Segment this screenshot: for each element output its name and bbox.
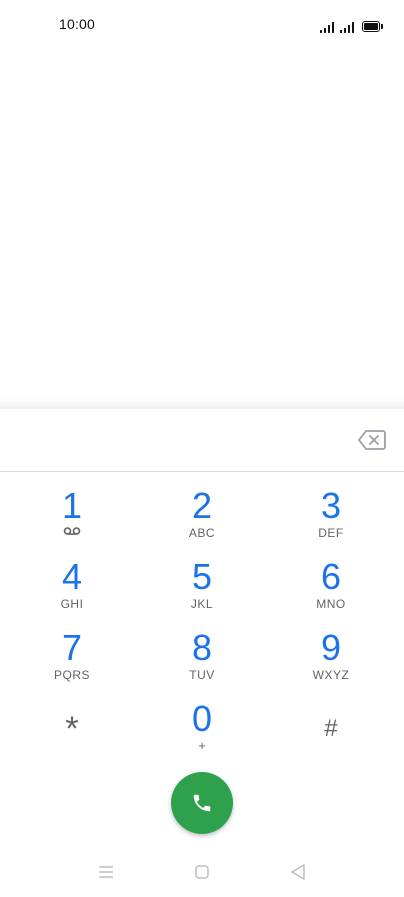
key-digit: 7: [61, 627, 83, 668]
key-digit: 2: [191, 485, 213, 526]
key-digit: 5: [191, 556, 213, 597]
key-7[interactable]: 7 PQRS: [17, 628, 127, 694]
key-4[interactable]: 4 GHI: [17, 557, 127, 623]
status-time: 10:00: [59, 16, 96, 32]
phone-icon: [193, 794, 211, 812]
back-icon[interactable]: [286, 862, 310, 882]
key-letters: JKL: [190, 597, 214, 611]
number-input[interactable]: [0, 409, 404, 472]
key-letters: PQRS: [53, 668, 90, 682]
key-letters: WXYZ: [312, 668, 350, 682]
key-digit: 6: [320, 556, 342, 597]
menu-icon[interactable]: [94, 862, 118, 882]
key-2[interactable]: 2 ABC: [147, 486, 257, 552]
key-digit: 1: [61, 485, 83, 526]
key-digit: #: [324, 715, 338, 742]
battery-icon: [362, 21, 383, 32]
key-digit: 4: [61, 556, 83, 597]
call-button[interactable]: [171, 772, 233, 834]
key-letters: GHI: [60, 597, 84, 611]
key-hash[interactable]: #: [276, 699, 386, 765]
key-letters: DEF: [318, 526, 344, 540]
key-digit: 8: [191, 627, 213, 668]
navigation-bar: [0, 848, 404, 897]
key-digit: *: [65, 710, 79, 748]
key-1[interactable]: 1: [17, 486, 127, 552]
signal-icon: [340, 21, 354, 33]
key-letters: ABC: [188, 526, 216, 540]
key-8[interactable]: 8 TUV: [147, 628, 257, 694]
home-icon[interactable]: [190, 862, 214, 882]
key-letters: TUV: [189, 668, 215, 682]
status-bar: 10:00: [0, 0, 404, 50]
voicemail-icon: [63, 527, 81, 535]
key-6[interactable]: 6 MNO: [276, 557, 386, 623]
key-0[interactable]: 0 +: [147, 699, 257, 765]
key-letters: +: [198, 738, 206, 753]
key-letters: MNO: [316, 597, 346, 611]
signal-icon: [320, 21, 334, 33]
key-digit: 0: [191, 698, 213, 739]
key-9[interactable]: 9 WXYZ: [276, 628, 386, 694]
dialer-screen: 10:00 1 2 ABC 3 DEF 4 GHI 5 JKL 6 MNO 7 …: [0, 0, 404, 897]
status-icons: [320, 17, 383, 33]
backspace-icon[interactable]: [358, 429, 386, 451]
key-digit: 9: [320, 627, 342, 668]
key-star[interactable]: *: [17, 699, 127, 765]
key-3[interactable]: 3 DEF: [276, 486, 386, 552]
key-digit: 3: [320, 485, 342, 526]
key-5[interactable]: 5 JKL: [147, 557, 257, 623]
